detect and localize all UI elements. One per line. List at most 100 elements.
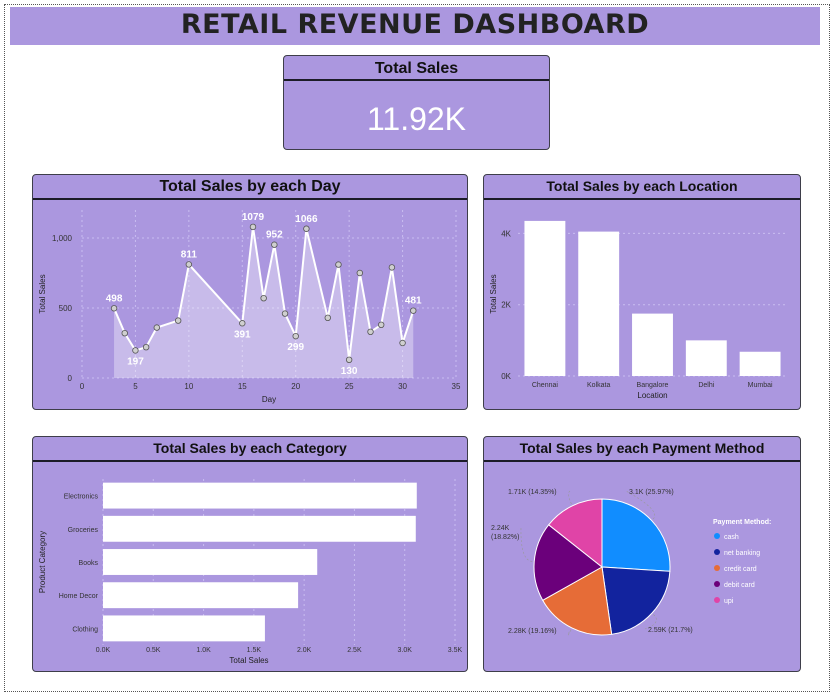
y-tick-label: Groceries: [68, 527, 99, 534]
legend-label: credit card: [724, 566, 757, 573]
x-tick-label: Delhi: [698, 382, 714, 389]
data-point: [335, 261, 342, 268]
day-sales-card[interactable]: Total Sales by each Day 0 500 1,000 0 5 10 15 2…: [32, 174, 468, 410]
data-point: [142, 343, 150, 351]
y-tick-label: Clothing: [72, 626, 98, 633]
category-sales-chart: 0.0K 0.5K 1.0K 1.5K 2.0K 2.5K 3.0K 3.5K Electron…: [38, 479, 463, 665]
data-point: [174, 317, 182, 324]
data-point: [249, 223, 257, 231]
data-point: [271, 241, 278, 248]
legend-label: cash: [724, 534, 739, 541]
y-tick-label: Home Decor: [59, 593, 99, 600]
legend-label: debit card: [724, 582, 755, 589]
x-tick-label: 25: [345, 382, 354, 391]
y-tick-label: 500: [59, 304, 73, 313]
legend-marker: [714, 549, 720, 555]
legend-marker: [714, 581, 720, 587]
data-label: 299: [287, 342, 304, 353]
data-point: [153, 324, 160, 331]
kpi-title: Total Sales: [284, 56, 549, 81]
data-point: [260, 294, 267, 302]
y-tick-label: 4K: [501, 229, 511, 238]
payment-sales-chart: 3.1K (25.97%) 2.59K (21.7%) 2.28K (19.16%)…: [491, 489, 771, 636]
title-banner: RETAIL REVENUE DASHBOARD: [10, 7, 820, 45]
y-tick-label: 0: [68, 374, 73, 383]
y-axis-title: Product Category: [38, 531, 47, 593]
data-point: [345, 356, 353, 363]
y-tick-label: 0K: [501, 372, 511, 381]
x-tick-label: 35: [452, 382, 461, 391]
category-bar: [103, 482, 417, 509]
y-tick-label: Books: [79, 560, 99, 567]
category-sales-card[interactable]: Total Sales by each Category 0.0K 0.5K 1.0…: [32, 436, 468, 672]
pie-slice: [601, 566, 671, 635]
x-tick-label: 5: [133, 382, 138, 391]
y-tick-label: 1,000: [52, 234, 73, 243]
location-sales-card[interactable]: Total Sales by each Location 0K 2K 4K Chenn…: [483, 174, 801, 410]
legend-label: upi: [724, 598, 734, 605]
y-tick-label: Electronics: [64, 494, 99, 501]
leader-line: [568, 490, 572, 505]
kpi-value: 11.92K: [366, 101, 467, 137]
pie-data-label: 3.1K (25.97%): [629, 489, 674, 496]
category-bar: [103, 549, 318, 575]
leader-line: [567, 629, 572, 636]
data-point: [356, 269, 364, 277]
category-bar: [103, 515, 416, 542]
x-tick-label: 3.5K: [448, 647, 463, 654]
data-label: 811: [181, 249, 198, 260]
legend-label: net banking: [724, 550, 760, 557]
data-point: [121, 329, 128, 337]
pie-data-label: 1.71K (14.35%): [508, 489, 557, 496]
x-tick-label: Chennai: [532, 382, 559, 389]
x-tick-label: Kolkata: [587, 382, 610, 389]
data-point: [378, 321, 385, 328]
y-axis-title: Total Sales: [38, 274, 47, 313]
data-point: [185, 261, 193, 268]
legend-marker: [714, 533, 720, 539]
x-axis-title: Location: [637, 391, 667, 400]
x-tick-label: Mumbai: [748, 382, 773, 389]
location-chart-title: Total Sales by each Location: [484, 175, 800, 200]
data-label: 481: [405, 296, 422, 307]
data-label: 1079: [242, 212, 265, 223]
x-tick-label: 15: [238, 382, 247, 391]
data-label: 952: [266, 230, 283, 241]
day-chart-title: Total Sales by each Day: [33, 175, 467, 200]
data-label: 498: [106, 293, 123, 304]
category-bar: [103, 582, 299, 609]
data-label: 197: [127, 356, 144, 367]
data-point: [132, 347, 139, 354]
payment-sales-card[interactable]: Total Sales by each Payment Method 3.1K …: [483, 436, 801, 672]
location-bar: [632, 313, 673, 376]
x-tick-label: 1.5K: [247, 647, 262, 654]
data-label: 391: [234, 329, 251, 340]
pie-data-label: (18.82%): [491, 534, 519, 541]
day-sales-chart: 0 500 1,000 0 5 10 15 20 25 30 35 Day Total Sales 498…: [38, 210, 461, 404]
x-tick-label: Bangalore: [637, 382, 669, 389]
data-label: 1066: [295, 214, 318, 225]
payment-chart-title: Total Sales by each Payment Method: [484, 437, 800, 462]
pie-data-label: 2.28K (19.16%): [508, 628, 557, 635]
location-bar: [524, 220, 566, 376]
data-point: [110, 305, 118, 312]
location-bar: [578, 231, 620, 376]
legend-marker: [714, 597, 720, 603]
kpi-card[interactable]: Total Sales 11.92K: [283, 55, 550, 150]
series-area: [114, 226, 414, 378]
location-bar: [685, 340, 727, 376]
data-point: [281, 310, 289, 317]
dashboard-title: RETAIL REVENUE DASHBOARD: [180, 9, 650, 40]
pie-data-label: 2.24K: [491, 525, 510, 532]
x-tick-label: 10: [184, 382, 193, 391]
x-tick-label: 0: [80, 382, 85, 391]
data-point: [239, 320, 246, 327]
category-bar: [103, 615, 265, 642]
data-point: [410, 307, 417, 314]
data-point: [367, 328, 374, 335]
legend-title: Payment Method:: [713, 519, 771, 526]
leader-line: [520, 526, 533, 562]
data-point: [324, 314, 331, 321]
x-tick-label: 2.0K: [297, 647, 312, 654]
x-tick-label: 2.5K: [347, 647, 362, 654]
